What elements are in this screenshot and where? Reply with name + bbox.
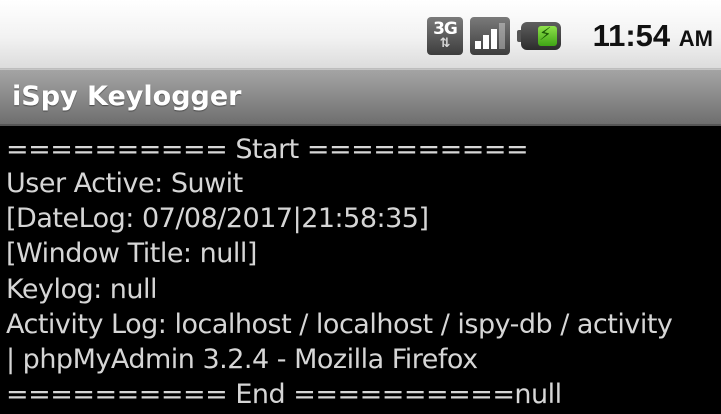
- data-activity-arrows: ⇅: [439, 36, 451, 51]
- battery-body: ⚡: [521, 22, 561, 50]
- clock-ampm: AM: [678, 26, 713, 51]
- keylog-output[interactable]: ========== Start ========== User Active:…: [0, 126, 721, 414]
- app-title-bar: iSpy Keylogger: [0, 69, 721, 126]
- signal-strength-icon: [470, 17, 510, 55]
- signal-bar: [483, 35, 489, 49]
- status-bar: 3G ⇅ ⚡ 11:54 AM: [0, 0, 721, 69]
- clock-time: 11:54: [592, 18, 671, 53]
- log-line: ========== Start ==========: [6, 134, 529, 165]
- status-clock: 11:54 AM: [593, 16, 713, 59]
- android-screen: 3G ⇅ ⚡ 11:54 AM iSpy Keylogger =========…: [0, 0, 721, 414]
- signal-bar: [499, 23, 505, 49]
- log-line: [Window Title: null]: [6, 238, 257, 269]
- log-line: [DateLog: 07/08/2017|21:58:35]: [6, 203, 429, 234]
- log-line: Activity Log: localhost / localhost / is…: [6, 309, 673, 340]
- signal-bar: [491, 29, 497, 49]
- log-line: ========== End ==========null: [6, 379, 562, 410]
- log-line: Keylog: null: [6, 274, 158, 305]
- charging-bolt-icon: ⚡: [539, 24, 552, 45]
- log-line: | phpMyAdmin 3.2.4 - Mozilla Firefox: [6, 344, 478, 375]
- app-title: iSpy Keylogger: [12, 81, 242, 112]
- battery-charging-icon: ⚡: [517, 22, 561, 50]
- signal-bar: [475, 41, 481, 49]
- 3g-data-icon: 3G ⇅: [427, 17, 463, 55]
- log-line: User Active: Suwit: [6, 168, 243, 199]
